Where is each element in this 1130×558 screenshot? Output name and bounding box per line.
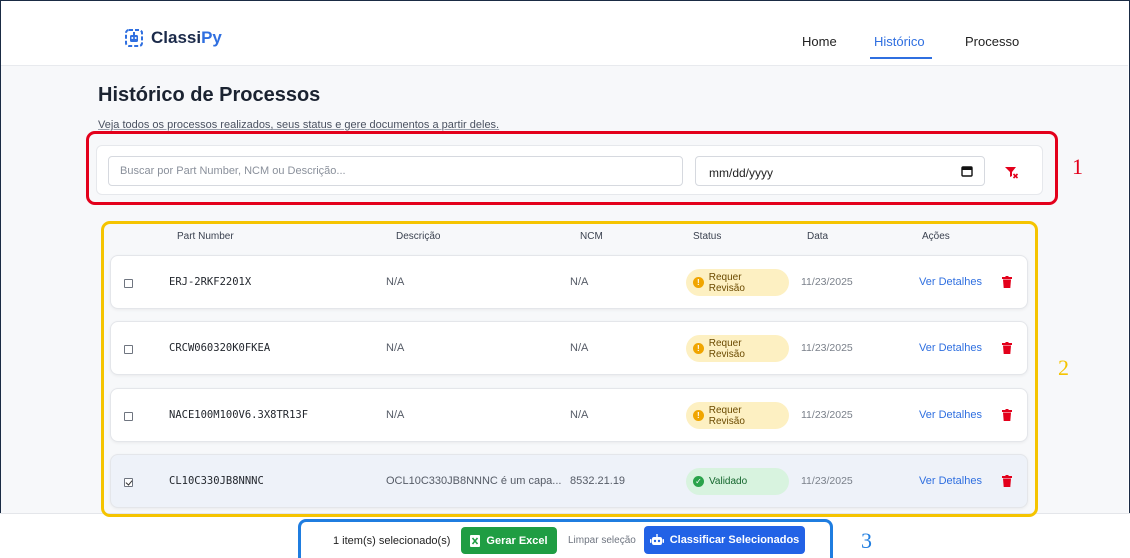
annotation-number-1: 1 bbox=[1072, 154, 1083, 179]
annotation-number-3: 3 bbox=[861, 528, 872, 553]
robot-logo-icon bbox=[125, 29, 143, 47]
page-title: Histórico de Processos bbox=[98, 84, 321, 106]
annotation-box-filters bbox=[86, 131, 1058, 205]
nav-home[interactable]: Home bbox=[802, 34, 837, 49]
nav-history[interactable]: Histórico bbox=[874, 34, 925, 49]
nav-active-indicator bbox=[870, 57, 932, 59]
annotation-number-2: 2 bbox=[1058, 355, 1069, 380]
annotation-box-selection-bar bbox=[298, 519, 833, 558]
nav-process[interactable]: Processo bbox=[965, 34, 1019, 49]
top-navbar: ClassiPy Home Histórico Processo bbox=[1, 1, 1128, 66]
brand-name: ClassiPy bbox=[151, 28, 222, 47]
page-subtitle: Veja todos os processos realizados, seus… bbox=[98, 119, 500, 131]
annotation-box-table bbox=[101, 221, 1038, 517]
brand-logo[interactable]: ClassiPy bbox=[123, 27, 222, 49]
